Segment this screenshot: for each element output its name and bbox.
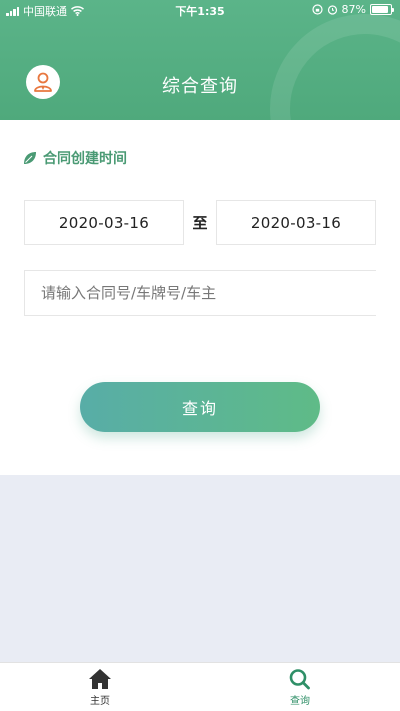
query-button[interactable]: 查询 — [80, 382, 320, 432]
orientation-lock-icon — [311, 4, 323, 15]
tab-search-label: 查询 — [290, 696, 310, 707]
tab-home-label: 主页 — [90, 696, 110, 707]
date-range-separator: 至 — [192, 214, 208, 232]
start-date-picker[interactable]: 2020-03-16 — [24, 200, 184, 245]
battery-percent: 87% — [341, 3, 366, 16]
section-label-text: 合同创建时间 — [43, 151, 127, 167]
header: 中国联通 下午1:35 87% 综合查询 — [0, 0, 400, 120]
end-date-picker[interactable]: 2020-03-16 — [216, 200, 376, 245]
bottom-tab-bar: 主页 查询 — [0, 662, 400, 711]
home-icon — [89, 669, 111, 689]
tab-home[interactable]: 主页 — [70, 668, 130, 707]
search-input[interactable] — [24, 270, 376, 316]
tab-search[interactable]: 查询 — [270, 668, 330, 707]
status-bar: 中国联通 下午1:35 87% — [0, 0, 400, 20]
status-right: 87% — [311, 3, 394, 16]
query-form: 合同创建时间 2020-03-16 至 2020-03-16 查询 — [0, 120, 400, 475]
alarm-icon — [327, 5, 337, 15]
section-label: 合同创建时间 — [22, 148, 127, 168]
battery-icon — [370, 4, 394, 15]
page-title: 综合查询 — [162, 76, 238, 97]
decorative-ring — [270, 14, 400, 120]
search-icon — [289, 669, 310, 690]
leaf-icon — [24, 152, 36, 164]
